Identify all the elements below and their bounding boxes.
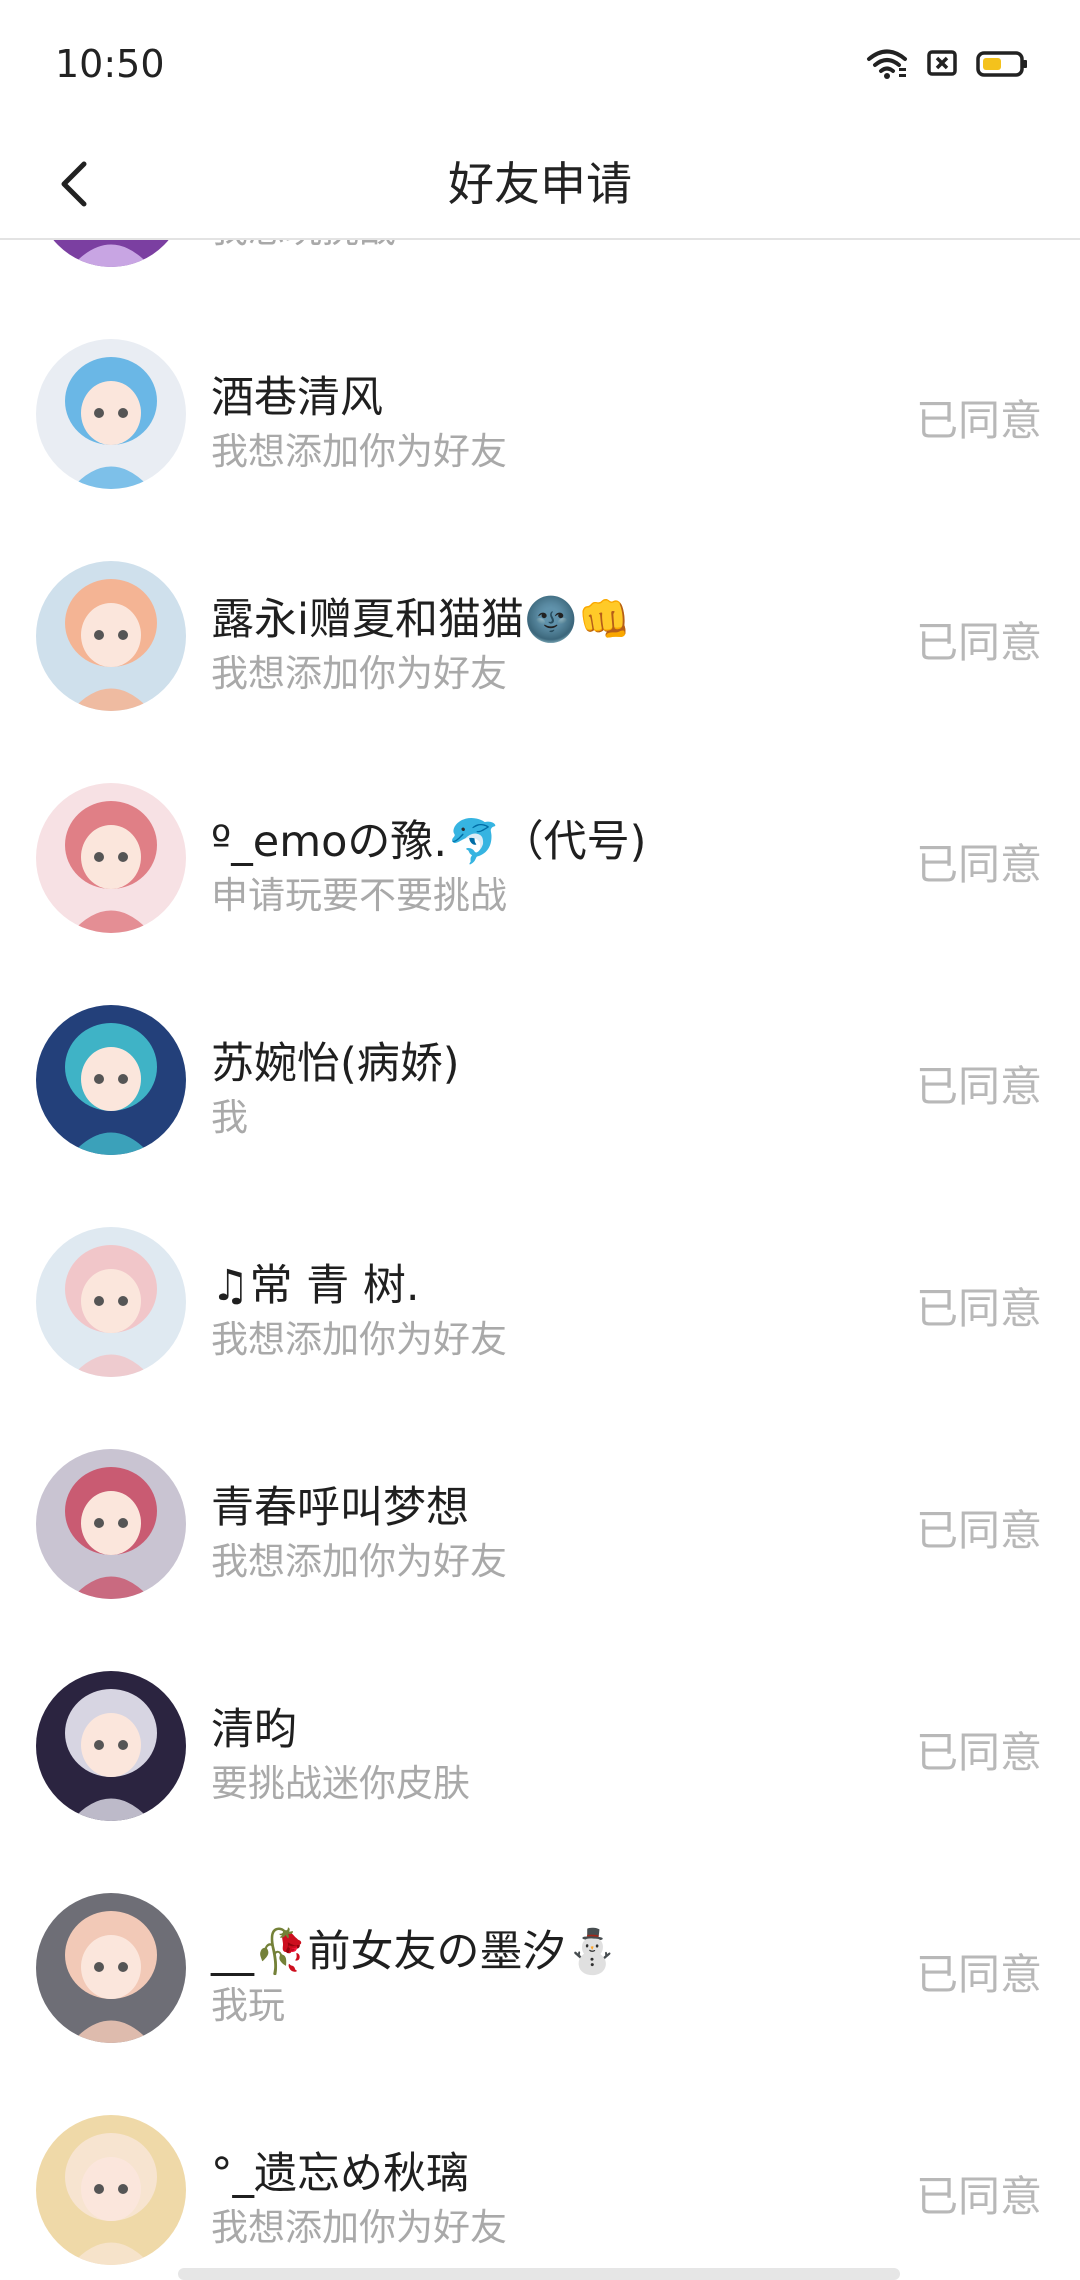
request-status: 已同意	[915, 1062, 1042, 1111]
avatar[interactable]	[36, 238, 186, 267]
avatar-dark-hood-icon	[36, 1671, 186, 1821]
request-message: 我想添加你为好友	[211, 430, 507, 473]
request-message: 我想添加你为好友	[211, 1540, 507, 1583]
requester-name: __🥀前女友の墨汐⛄	[211, 1927, 620, 1977]
friend-request-row[interactable]: 苏婉怡(病娇) 我 已同意	[0, 969, 1080, 1191]
request-status: 已同意	[915, 840, 1042, 889]
avatar-pink-umbrella-icon	[36, 783, 186, 933]
avatar[interactable]	[36, 1671, 186, 1821]
avatar-blue-hair-icon	[36, 339, 186, 489]
request-message: 我玩	[211, 1984, 285, 2027]
status-icons	[866, 48, 1028, 80]
requester-name: 露永i赠夏和猫猫🌚👊	[211, 595, 632, 645]
avatar-teal-hair-icon	[36, 1005, 186, 1155]
request-status: 已同意	[915, 1728, 1042, 1777]
friend-request-row[interactable]: 清昀要挑战迷你皮肤 已同意	[0, 1635, 1080, 1857]
no-sim-icon	[926, 48, 958, 80]
friend-request-row[interactable]: °_遗忘め秋璃我想添加你为好友 已同意	[0, 2079, 1080, 2280]
status-bar: 10:50	[0, 0, 1080, 130]
request-status: 已同意	[915, 618, 1042, 667]
request-message: 要挑战迷你皮肤	[211, 1762, 470, 1805]
avatar-party-hat-icon	[36, 1449, 186, 1599]
friend-request-row[interactable]: 我想玩挑战已同意	[0, 238, 1080, 303]
friend-request-list[interactable]: 我想玩挑战已同意酒巷清风我想添加你为好友已同意露永i赠夏和猫猫🌚👊我想添加你为好…	[0, 238, 1080, 2280]
requester-name: º_emoの豫.🐬（代号)	[211, 817, 647, 867]
avatar[interactable]	[36, 561, 186, 711]
page-title: 好友申请	[448, 157, 632, 211]
friend-request-row[interactable]: 酒巷清风我想添加你为好友 已同意	[0, 303, 1080, 525]
friend-request-row[interactable]: 青春呼叫梦想我想添加你为好友 已同意	[0, 1413, 1080, 1635]
avatar-peach-hair-icon	[36, 561, 186, 711]
friend-requests-screen: 10:50 好友申请 酒巷清风 我想添加你为好友 已同意 露永i赠夏和猫猫🌚👊 …	[0, 0, 1080, 2280]
request-message: 我想添加你为好友	[211, 2206, 507, 2249]
request-message: 我	[211, 1096, 248, 1139]
scroll-indicator	[178, 2268, 900, 2280]
request-message: 我想玩挑战	[211, 238, 396, 253]
avatar-grey-hair-icon	[36, 1893, 186, 2043]
request-message: 我想添加你为好友	[211, 652, 507, 695]
friend-request-row[interactable]: __🥀前女友の墨汐⛄ 我玩 已同意	[0, 1857, 1080, 2079]
avatar[interactable]	[36, 783, 186, 933]
request-status: 已同意	[915, 1506, 1042, 1555]
request-status: 已同意	[915, 1284, 1042, 1333]
avatar-pink-hair-icon	[36, 1227, 186, 1377]
wifi-icon	[866, 48, 908, 80]
avatar[interactable]	[36, 1449, 186, 1599]
requester-name: 清昀	[211, 1705, 297, 1755]
request-status: 已同意	[915, 1950, 1042, 1999]
avatar-purple-icon	[36, 238, 186, 267]
request-status: 已同意	[915, 396, 1042, 445]
avatar[interactable]	[36, 339, 186, 489]
requester-name: 苏婉怡(病娇)	[211, 1039, 460, 1089]
requester-name: ♫常 青 树.	[211, 1261, 420, 1311]
friend-request-row[interactable]: 露永i赠夏和猫猫🌚👊 我想添加你为好友 已同意	[0, 525, 1080, 747]
status-time: 10:50	[55, 42, 165, 86]
friend-request-row[interactable]: ♫常 青 树. 我想添加你为好友 已同意	[0, 1191, 1080, 1413]
avatar-blonde-hair-icon	[36, 2115, 186, 2265]
friend-request-row[interactable]: º_emoの豫.🐬（代号) 申请玩要不要挑战 已同意	[0, 747, 1080, 969]
request-message: 申请玩要不要挑战	[211, 874, 507, 917]
avatar[interactable]	[36, 1893, 186, 2043]
requester-name: 青春呼叫梦想	[211, 1483, 469, 1533]
header: 好友申请	[0, 130, 1080, 240]
requester-name: °_遗忘め秋璃	[211, 2149, 469, 2199]
battery-icon	[976, 48, 1028, 80]
request-message: 我想添加你为好友	[211, 1318, 507, 1361]
avatar[interactable]	[36, 1005, 186, 1155]
requester-name: 酒巷清风	[211, 373, 383, 423]
request-status: 已同意	[915, 2172, 1042, 2221]
avatar[interactable]	[36, 2115, 186, 2265]
avatar[interactable]	[36, 1227, 186, 1377]
